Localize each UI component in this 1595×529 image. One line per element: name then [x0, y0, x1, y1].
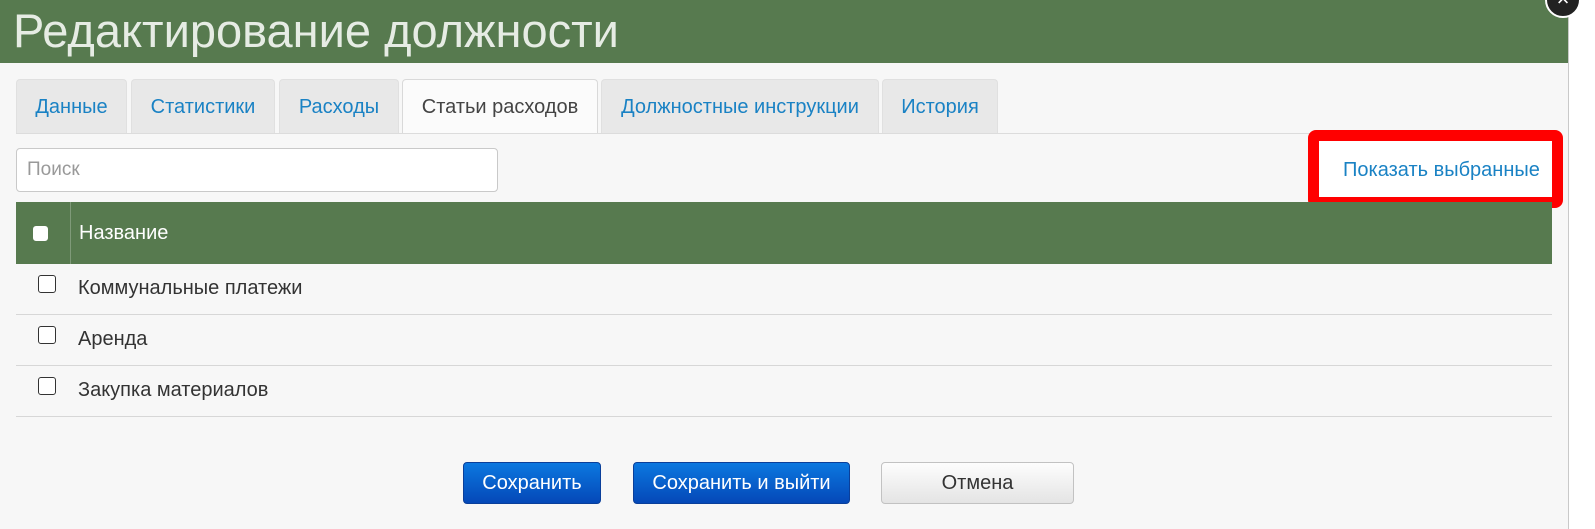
save-and-exit-button[interactable]: Сохранить и выйти — [633, 462, 850, 504]
table-row[interactable]: Коммунальные платежи — [16, 264, 1552, 315]
row-checkbox[interactable] — [38, 326, 56, 344]
tab-history[interactable]: История — [882, 79, 998, 133]
row-label: Аренда — [78, 328, 148, 350]
edit-position-dialog: Редактирование должности Данные Статисти… — [0, 0, 1569, 529]
column-header-name[interactable]: Название — [79, 202, 168, 264]
tab-job-instructions[interactable]: Должностные инструкции — [601, 79, 879, 133]
row-checkbox[interactable] — [38, 275, 56, 293]
row-label: Коммунальные платежи — [78, 277, 303, 299]
table-row[interactable]: Закупка материалов — [16, 366, 1552, 417]
tab-statistics[interactable]: Статистики — [131, 79, 275, 133]
dialog-titlebar: Редактирование должности — [0, 0, 1568, 63]
table-row[interactable]: Аренда — [16, 315, 1552, 366]
row-label: Закупка материалов — [78, 379, 269, 401]
select-all-cell — [16, 202, 71, 264]
show-selected-link[interactable]: Показать выбранные — [1343, 157, 1540, 183]
table-header: Название — [16, 202, 1552, 264]
dialog-title: Редактирование должности — [13, 4, 619, 57]
save-button[interactable]: Сохранить — [463, 462, 601, 504]
tab-data[interactable]: Данные — [16, 79, 127, 133]
select-all-checkbox[interactable] — [33, 226, 48, 241]
search-input[interactable] — [16, 148, 498, 192]
tab-expense-items[interactable]: Статьи расходов — [402, 79, 598, 133]
tab-expenses[interactable]: Расходы — [279, 79, 399, 133]
cancel-button[interactable]: Отмена — [881, 462, 1074, 504]
row-checkbox[interactable] — [38, 377, 56, 395]
expense-items-table: Название Коммунальные платежи Аренда Зак… — [16, 202, 1552, 417]
